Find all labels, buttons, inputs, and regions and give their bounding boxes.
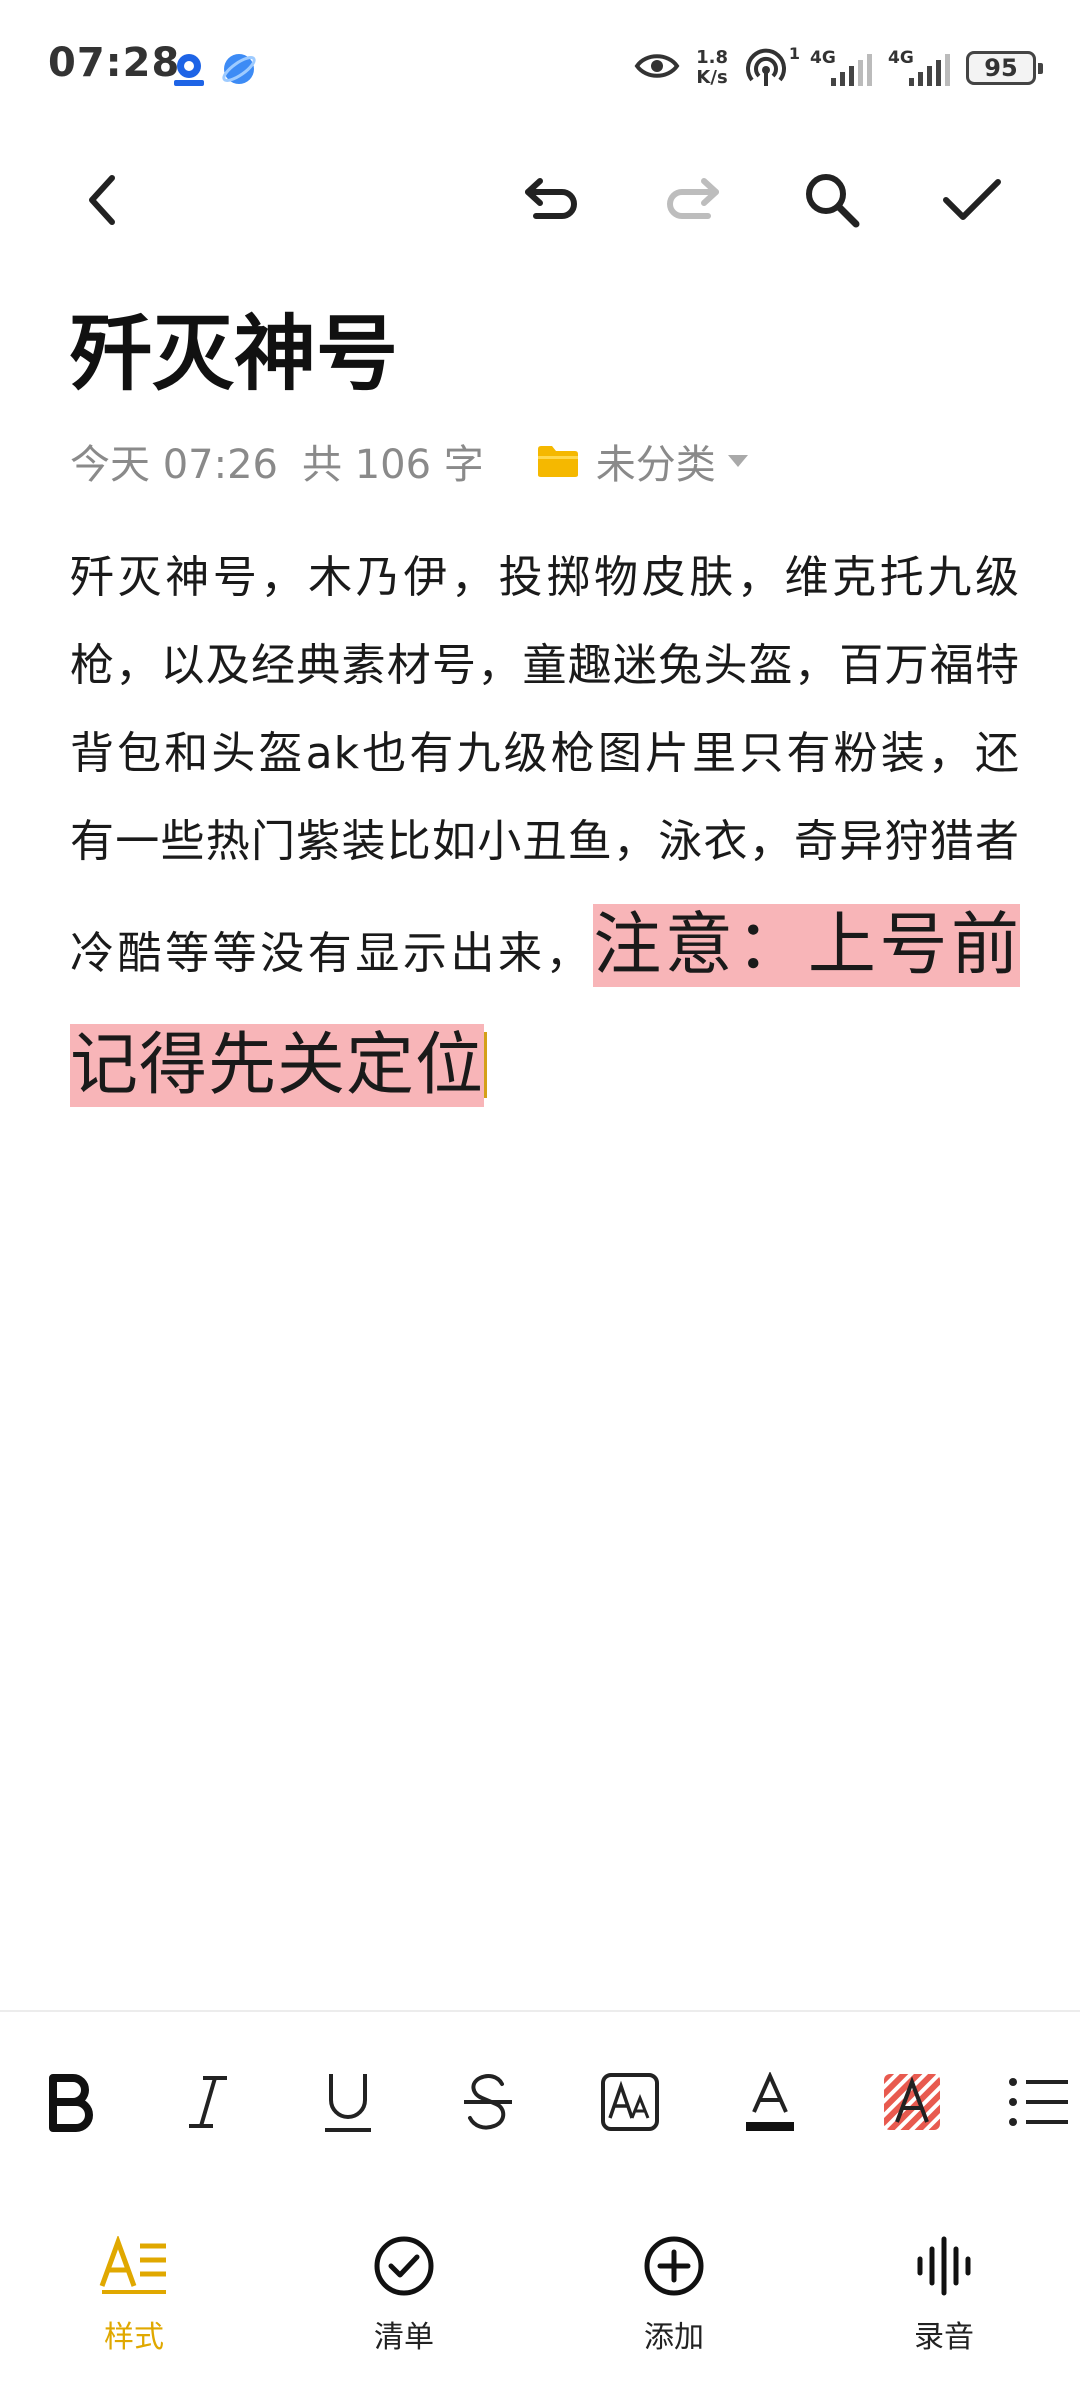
list-icon bbox=[1009, 2078, 1068, 2126]
bold-button[interactable] bbox=[28, 2060, 112, 2144]
net-speed-unit: K/s bbox=[696, 67, 728, 88]
font-size-button[interactable] bbox=[588, 2060, 672, 2144]
status-bar: 07:28 1.8 K/s 1 4G 4G 95 bbox=[0, 0, 1080, 140]
style-icon bbox=[99, 2236, 166, 2294]
note-body[interactable]: 歼灭神号，木乃伊，投掷物皮肤，维克托九级枪，以及经典素材号，童趣迷兔头盔，百万福… bbox=[70, 534, 1020, 1126]
undo-icon bbox=[525, 178, 577, 219]
underline-button[interactable] bbox=[306, 2060, 390, 2144]
text-color-icon bbox=[746, 2072, 794, 2131]
underline-icon bbox=[325, 2074, 371, 2132]
hotspot-icon: 1 bbox=[744, 44, 800, 88]
eye-icon bbox=[634, 51, 680, 85]
text-color-button[interactable] bbox=[728, 2060, 812, 2144]
undo-button[interactable] bbox=[512, 160, 592, 240]
sim1-signal-icon: 4G bbox=[810, 48, 872, 88]
done-button[interactable] bbox=[932, 160, 1012, 240]
note-meta: 今天 07:26 共 106 字 未分类 bbox=[70, 436, 748, 488]
nav-voice-label: 录音 bbox=[914, 2320, 974, 2355]
font-size-icon bbox=[601, 2073, 659, 2131]
sim2-signal-icon: 4G bbox=[888, 48, 950, 88]
search-icon bbox=[806, 174, 860, 228]
format-bar-divider bbox=[0, 2010, 1080, 2012]
nav-checklist[interactable]: 清单 bbox=[304, 2230, 504, 2360]
folder-label: 未分类 bbox=[595, 442, 716, 488]
check-icon bbox=[943, 179, 1001, 220]
highlight-color-button[interactable] bbox=[870, 2060, 954, 2144]
note-word-count: 共 106 字 bbox=[302, 442, 484, 488]
battery-indicator: 95 bbox=[966, 51, 1043, 85]
checklist-icon bbox=[374, 2236, 434, 2296]
battery-level: 95 bbox=[984, 54, 1018, 82]
net-speed-value: 1.8 bbox=[696, 47, 728, 68]
voice-icon bbox=[917, 2236, 971, 2296]
sim1-slot: 1 bbox=[788, 44, 800, 63]
back-button[interactable] bbox=[62, 160, 142, 240]
strikethrough-icon bbox=[464, 2074, 512, 2130]
nav-style[interactable]: 样式 bbox=[34, 2230, 234, 2360]
redo-icon bbox=[667, 178, 719, 219]
note-date: 今天 07:26 bbox=[70, 442, 278, 488]
nav-add[interactable]: 添加 bbox=[574, 2230, 774, 2360]
search-button[interactable] bbox=[792, 160, 872, 240]
redo-button[interactable] bbox=[652, 160, 732, 240]
nav-add-label: 添加 bbox=[644, 2320, 704, 2355]
note-title[interactable]: 歼灭神号 bbox=[70, 300, 398, 410]
nav-style-label: 样式 bbox=[104, 2320, 164, 2355]
chevron-down-icon bbox=[727, 455, 748, 467]
nav-voice[interactable]: 录音 bbox=[844, 2230, 1044, 2360]
italic-button[interactable] bbox=[166, 2060, 250, 2144]
status-indicators: 1.8 K/s 1 4G 4G 95 bbox=[634, 44, 1043, 90]
browser-notification-icon bbox=[220, 50, 258, 88]
back-arrow-icon bbox=[89, 175, 115, 225]
text-cursor bbox=[484, 1032, 488, 1098]
strikethrough-button[interactable] bbox=[446, 2060, 530, 2144]
app-notification-icon bbox=[170, 50, 208, 88]
list-button[interactable] bbox=[1008, 2060, 1080, 2144]
folder-icon bbox=[537, 446, 578, 477]
nav-checklist-label: 清单 bbox=[374, 2320, 434, 2355]
folder-selector[interactable]: 未分类 bbox=[536, 432, 748, 490]
add-icon bbox=[644, 2236, 704, 2296]
italic-icon bbox=[189, 2076, 227, 2128]
bold-icon bbox=[49, 2074, 93, 2132]
net-speed: 1.8 K/s bbox=[696, 48, 728, 88]
status-time: 07:28 bbox=[48, 40, 181, 86]
highlight-color-icon bbox=[884, 2074, 940, 2130]
